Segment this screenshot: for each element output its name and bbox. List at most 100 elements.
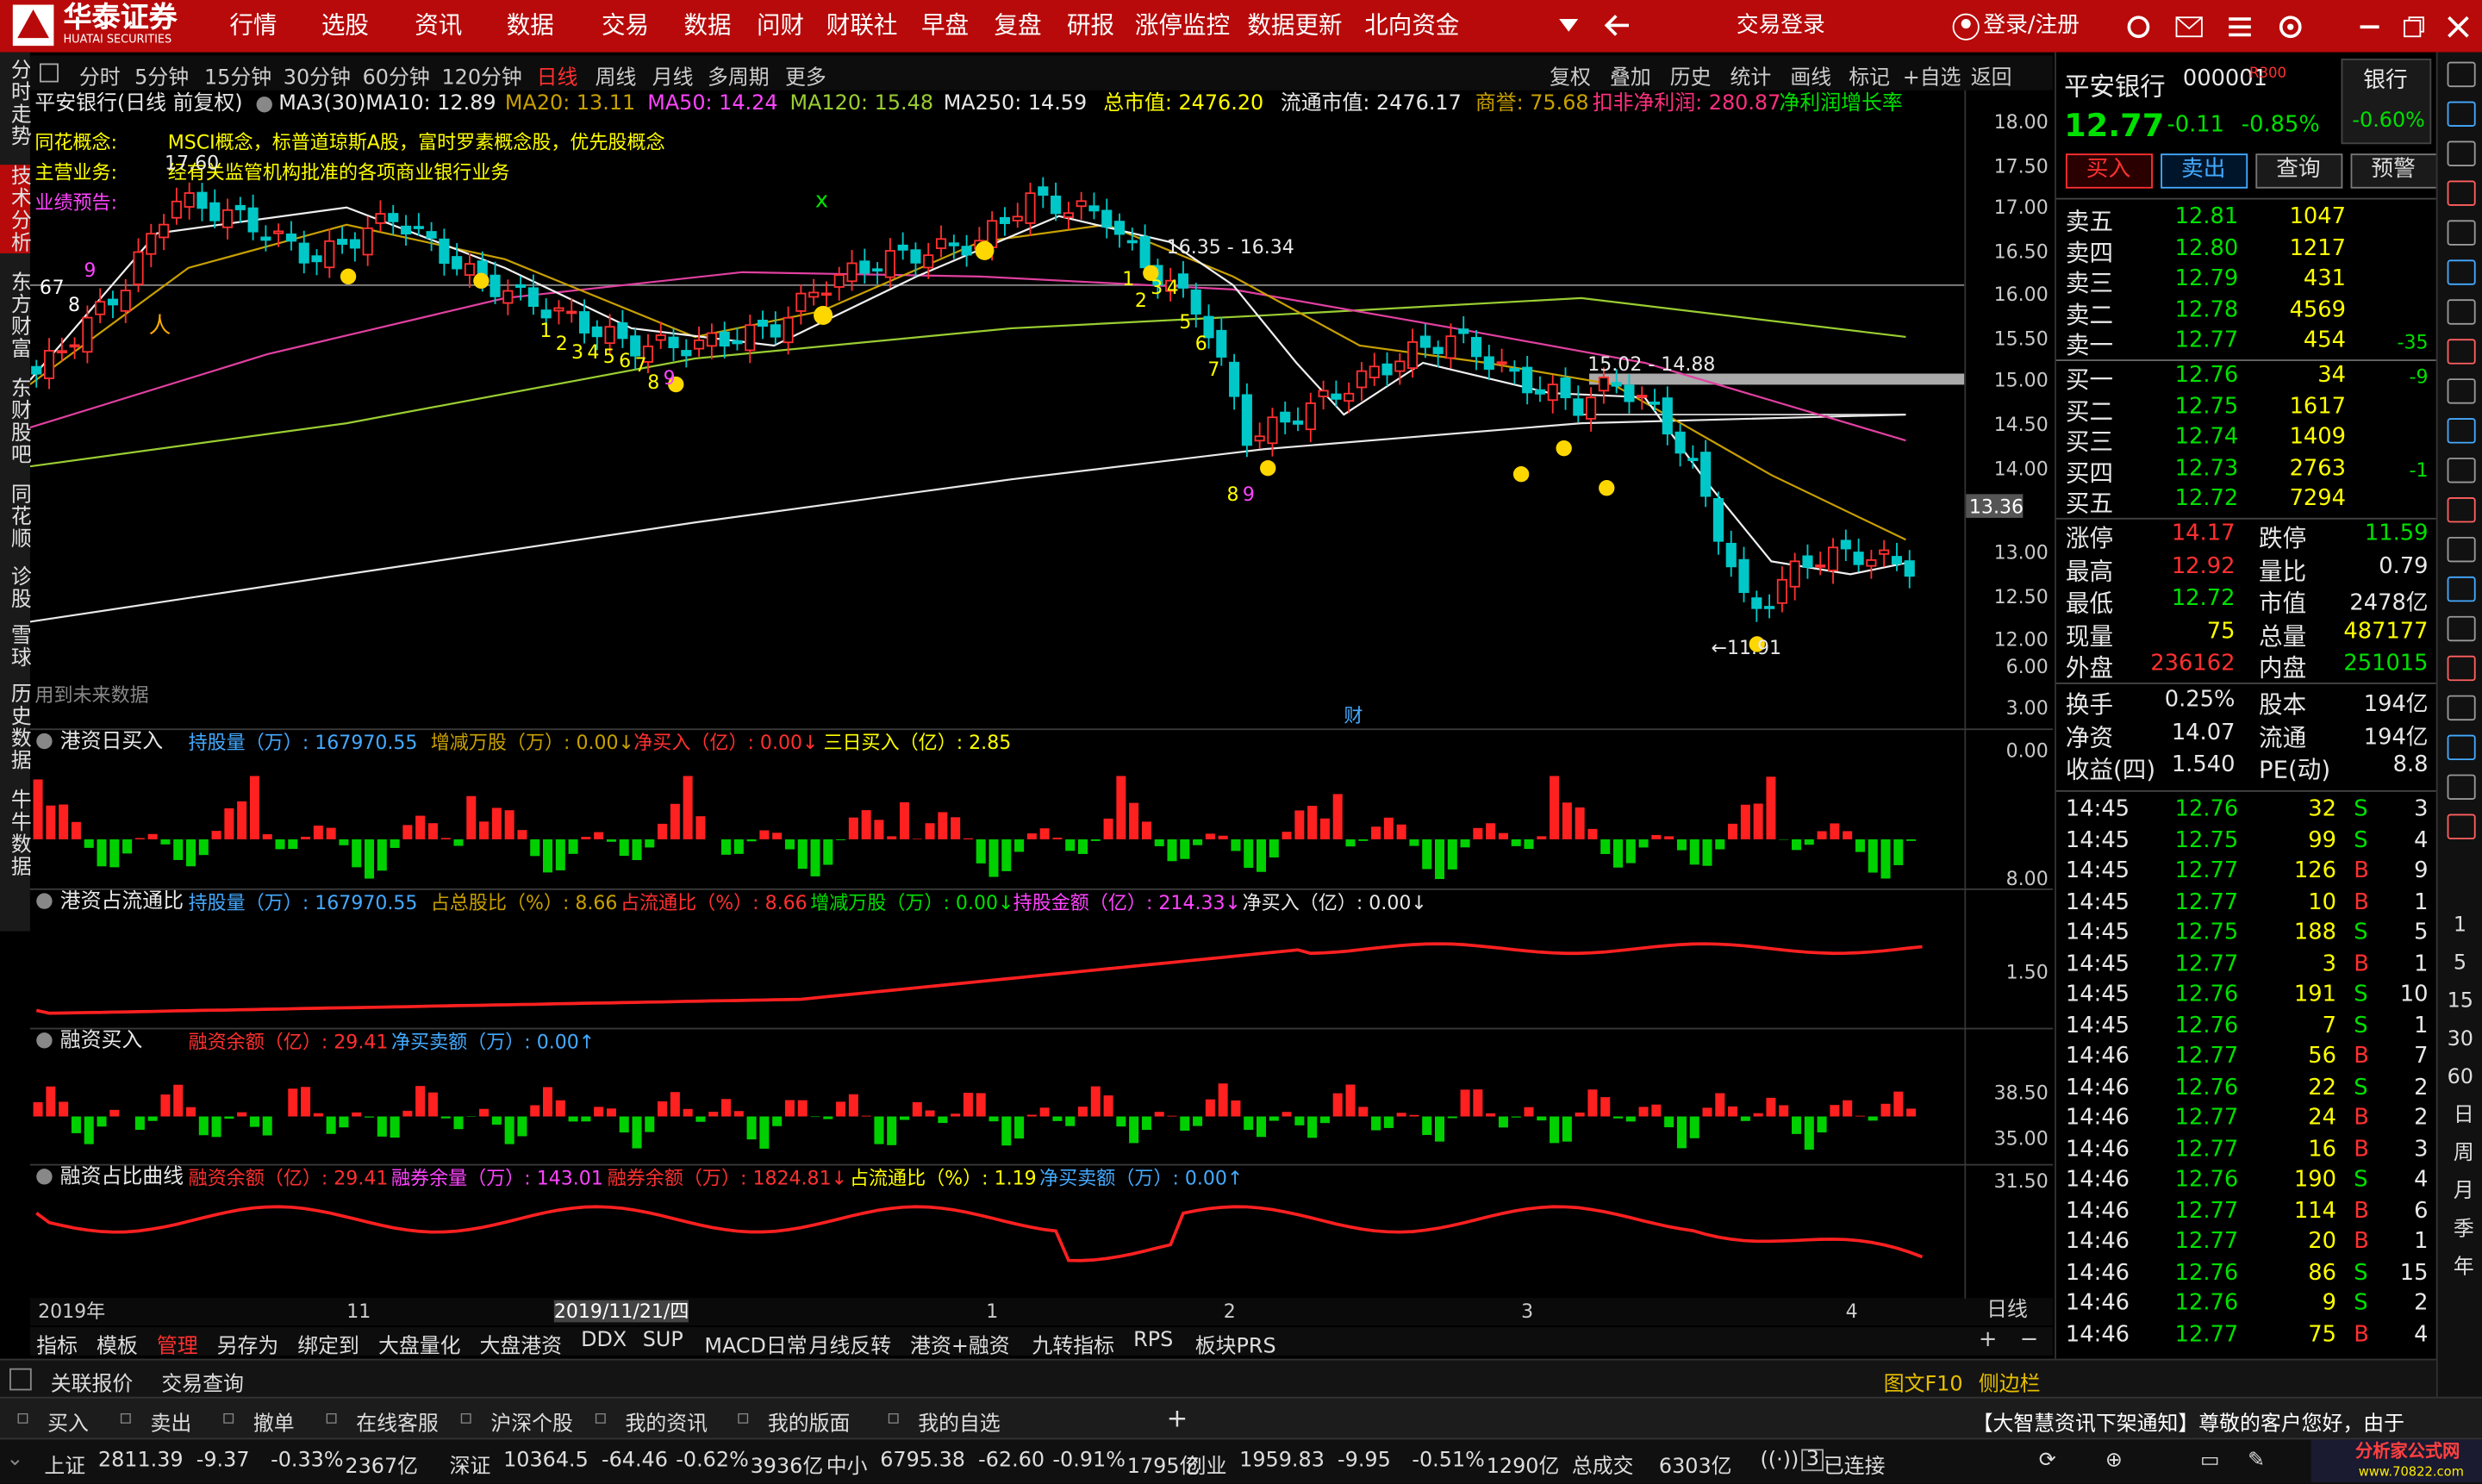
sync-icon[interactable]: ⟳ (2039, 1449, 2056, 1473)
trade-button[interactable]: 预警 (2351, 153, 2438, 188)
tool-icon[interactable] (2448, 418, 2476, 443)
sidebar-link[interactable]: 侧边栏 (1979, 1367, 2041, 1397)
period-shortcut[interactable]: 5 (2454, 953, 2466, 976)
menu-item[interactable]: 选股 (321, 0, 369, 53)
ask-price[interactable]: 12.78 (2175, 297, 2239, 322)
tool-icon[interactable] (2448, 775, 2476, 800)
list-icon[interactable] (2227, 16, 2252, 38)
indicator-tab[interactable]: SUP (643, 1329, 683, 1353)
chart-tool-button[interactable]: 复权 (1550, 60, 1591, 90)
menu-item[interactable]: 数据 (683, 0, 731, 53)
left-tab[interactable]: 诊股 (0, 565, 30, 609)
indicator-tab[interactable]: RPS (1133, 1329, 1173, 1353)
tool-icon[interactable] (2448, 141, 2476, 166)
trade-query-link[interactable]: 交易查询 (161, 1367, 244, 1397)
f10-link[interactable]: 图文F10 (1884, 1367, 1963, 1397)
indicator-tab[interactable]: DDX (581, 1329, 627, 1353)
lock-icon[interactable]: ⊕ (2105, 1449, 2123, 1473)
quick-action[interactable]: 在线客服 (356, 1406, 439, 1437)
period-shortcut[interactable]: 日 (2454, 1106, 2474, 1128)
period-tab[interactable]: 120分钟 (441, 60, 521, 90)
monitor-icon[interactable]: ▭ (2200, 1449, 2220, 1473)
back-arrow-icon[interactable] (1604, 15, 1632, 37)
zoom-out-button[interactable]: − (2020, 1329, 2039, 1351)
tool-icon[interactable] (2448, 220, 2476, 245)
tool-icon[interactable] (2448, 299, 2476, 324)
tool-icon[interactable] (2448, 497, 2476, 522)
period-tab[interactable]: 30分钟 (284, 60, 351, 90)
indicator-tab[interactable]: 月线反转 (809, 1329, 892, 1359)
bid-price[interactable]: 12.72 (2175, 486, 2239, 511)
tool-icon[interactable] (2448, 62, 2476, 87)
tool-icon[interactable] (2448, 458, 2476, 483)
chart-tool-button[interactable]: 统计 (1731, 60, 1772, 90)
quick-action[interactable]: 买入 (47, 1406, 89, 1437)
tool-icon[interactable] (2448, 656, 2476, 681)
tool-icon[interactable] (2448, 814, 2476, 839)
bid-price[interactable]: 12.76 (2175, 363, 2239, 388)
login-register-link[interactable]: 登录/注册 (1983, 0, 2080, 53)
indicator-tab[interactable]: 管理 (157, 1329, 198, 1359)
menu-item[interactable]: 资讯 (415, 0, 462, 53)
period-tab[interactable]: 多周期 (708, 60, 770, 90)
margin-ratio-line[interactable] (30, 1165, 1964, 1298)
tool-icon[interactable] (2448, 695, 2476, 720)
ask-price[interactable]: 12.79 (2175, 266, 2239, 291)
dropdown-icon[interactable] (1557, 17, 1580, 33)
period-tab[interactable]: 60分钟 (363, 60, 430, 90)
menu-item[interactable]: 早盘 (921, 0, 969, 53)
key-icon[interactable]: ✎ (2248, 1449, 2265, 1473)
trade-button[interactable]: 买入 (2066, 153, 2153, 188)
indicator-tab[interactable]: 绑定到 (297, 1329, 359, 1359)
chart-tool-button[interactable]: 叠加 (1610, 60, 1651, 90)
add-icon[interactable]: + (1167, 1403, 1188, 1433)
chart-tool-button[interactable]: 画线 (1790, 60, 1831, 90)
period-tab[interactable]: 更多 (785, 60, 826, 90)
left-tab[interactable]: 同花顺 (0, 483, 30, 549)
tool-icon[interactable] (2448, 577, 2476, 602)
index-label[interactable]: 深证 (450, 1449, 491, 1479)
ask-price[interactable]: 12.81 (2175, 204, 2239, 229)
mail-icon[interactable] (2175, 16, 2204, 38)
period-shortcut[interactable]: 年 (2454, 1257, 2474, 1280)
menu-item[interactable]: 数据更新 (1247, 0, 1342, 53)
tool-icon[interactable] (2448, 537, 2476, 562)
quick-action[interactable]: 我的自选 (918, 1406, 1001, 1437)
margin-buy-bars[interactable] (30, 1029, 1964, 1163)
chart-tool-button[interactable]: +自选 (1903, 60, 1961, 90)
period-tab[interactable]: 15分钟 (204, 60, 271, 90)
trade-button[interactable]: 查询 (2255, 153, 2342, 188)
bid-price[interactable]: 12.75 (2175, 394, 2239, 419)
menu-item[interactable]: 复盘 (994, 0, 1041, 53)
indicator-tab[interactable]: 大盘港资 (480, 1329, 563, 1359)
tool-icon[interactable] (2448, 616, 2476, 641)
period-shortcut[interactable]: 月 (2454, 1182, 2474, 1204)
tool-icon[interactable] (2448, 735, 2476, 760)
ask-price[interactable]: 12.77 (2175, 327, 2239, 352)
close-icon[interactable] (2448, 16, 2470, 38)
menu-item[interactable]: 涨停监控 (1135, 0, 1230, 53)
index-label[interactable]: 上证 (44, 1449, 85, 1479)
menu-item[interactable]: 问财 (757, 0, 804, 53)
left-tab[interactable]: 牛牛数据 (0, 789, 30, 877)
period-tab[interactable]: 5分钟 (134, 60, 189, 90)
menu-item[interactable]: 交易 (602, 0, 649, 53)
indicator-tab[interactable]: 九转指标 (1032, 1329, 1115, 1359)
user-icon[interactable] (1952, 13, 1980, 41)
chart-tool-button[interactable]: 标记 (1849, 60, 1890, 90)
ask-price[interactable]: 12.80 (2175, 235, 2239, 260)
hk-float-ratio-line[interactable] (30, 890, 1964, 1028)
refresh-icon[interactable] (2126, 15, 2151, 40)
bid-price[interactable]: 12.73 (2175, 455, 2239, 480)
left-tab[interactable]: 分时走势 (0, 59, 30, 147)
indicator-tab[interactable]: 大盘量化 (378, 1329, 461, 1359)
tool-icon[interactable] (2448, 259, 2476, 284)
notice-ticker[interactable]: 【大智慧资讯下架通知】尊敬的客户您好，由于 (1973, 1406, 2404, 1437)
layout-toggle-icon[interactable] (40, 64, 59, 83)
quick-action[interactable]: 我的资讯 (626, 1406, 708, 1437)
sector-box[interactable]: 银行 -0.60% (2342, 59, 2432, 144)
toggle-icon[interactable] (9, 1369, 32, 1391)
bid-price[interactable]: 12.74 (2175, 424, 2239, 449)
index-label[interactable]: 创业 (1186, 1449, 1227, 1479)
zoom-in-button[interactable]: + (1979, 1329, 1998, 1351)
